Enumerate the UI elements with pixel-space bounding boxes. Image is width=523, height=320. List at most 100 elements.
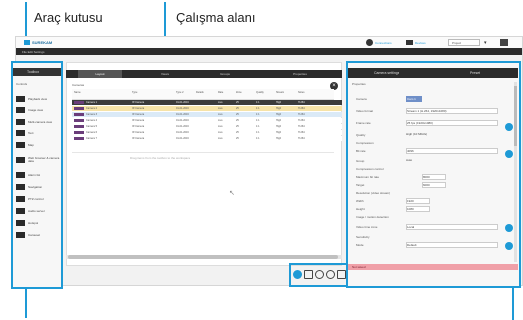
column-header[interactable]: Name	[74, 91, 81, 94]
chevron-down-icon[interactable]: ▾	[484, 40, 487, 46]
table-row[interactable]: Camera 2 IP-Camera 01-01-2016 Live 25 1:…	[72, 106, 342, 111]
table-row[interactable]: Camera 5 IP-Camera 01-01-2016 Live 25 1:…	[72, 124, 342, 129]
toolbox-item-carousel[interactable]: Carousel	[16, 230, 64, 239]
row-quality: High	[276, 119, 282, 122]
camera-badge[interactable]: Cam 1	[406, 96, 422, 102]
toolbox-title: Toolbox	[27, 70, 40, 74]
toolbox-item-navigation[interactable]: Navigation	[16, 182, 64, 191]
property-group: Group Auto	[352, 158, 514, 165]
column-header[interactable]: Type 2	[176, 91, 184, 94]
properties-header: Properties	[352, 82, 366, 86]
tab-properties[interactable]: Properties	[280, 70, 320, 78]
mode-select[interactable]: Default	[406, 242, 498, 248]
delete-button[interactable]	[337, 270, 346, 279]
row-type: IP-Camera	[132, 125, 145, 128]
property-camera: Camera Cam 1	[352, 96, 514, 103]
tab-camera-settings[interactable]: Camera settings	[374, 71, 399, 75]
help-icon[interactable]	[505, 242, 513, 250]
row-name: Camera 6	[86, 131, 97, 134]
row-details: Live	[218, 101, 223, 104]
save-button[interactable]	[304, 270, 313, 279]
title-bar-menu[interactable]: File Edit Settings	[22, 50, 45, 54]
column-header[interactable]: Notes	[298, 91, 305, 94]
table-row[interactable]: Camera 7 IP-Camera 01-01-2016 Live 25 1:…	[72, 136, 342, 141]
help-icon[interactable]	[505, 123, 513, 131]
row-quality: High	[276, 131, 282, 134]
toolbox-item-web-browser[interactable]: Web browser & camera data	[16, 154, 64, 166]
tab-layout[interactable]: Layout	[78, 70, 122, 78]
user-icon[interactable]	[500, 39, 508, 46]
row-stream: H.264	[298, 101, 305, 104]
image-icon	[16, 106, 25, 113]
property-bit-rate: Bit rate 4096	[352, 148, 514, 155]
undo-button[interactable]	[315, 270, 324, 279]
row-quality: High	[276, 125, 282, 128]
column-header[interactable]: Stream	[276, 91, 284, 94]
properties-scrollbar-thumb[interactable]	[514, 86, 517, 146]
max-bit-rate-value[interactable]: 8000	[422, 174, 446, 180]
column-header[interactable]: Quality	[256, 91, 264, 94]
camera-thumbnail	[74, 125, 84, 128]
toolbox-item-hotspot[interactable]: Hotspot	[16, 218, 64, 227]
frame-rate-select[interactable]: 25 fps (1920x1080)	[406, 120, 498, 126]
column-header[interactable]: Type	[132, 91, 137, 94]
row-details: Live	[218, 119, 223, 122]
toolbox-item-alarm-list[interactable]: Alarm list	[16, 170, 64, 179]
row-rate: 25	[236, 107, 239, 110]
height-value[interactable]: 1080	[406, 206, 430, 212]
property-compression: Compression	[356, 141, 374, 145]
status-bar	[348, 264, 518, 270]
settings-button[interactable]	[326, 270, 335, 279]
navigation-icon	[16, 183, 25, 190]
column-header[interactable]: Zone	[236, 91, 242, 94]
toolbox-item-playback-view[interactable]: Playback view	[16, 94, 64, 103]
row-zone: 1:1	[256, 131, 260, 134]
tab-preset[interactable]: Preset	[470, 71, 480, 75]
toolbox-item-map[interactable]: Map	[16, 140, 64, 149]
camera-thumbnail	[74, 137, 84, 140]
row-stream: H.264	[298, 107, 305, 110]
toolbox-item-image-view[interactable]: Image view	[16, 105, 64, 114]
table-row[interactable]: Camera 6 IP-Camera 01-01-2016 Live 25 1:…	[72, 130, 342, 135]
workspace-section-label: Cameras	[72, 83, 85, 87]
info-button[interactable]	[293, 270, 302, 279]
time-zone-slider[interactable]: Local	[406, 224, 498, 230]
audio-icon	[16, 207, 25, 214]
toolbox-item-audio-server[interactable]: Audio server	[16, 206, 64, 215]
row-rate: 25	[236, 119, 239, 122]
table-row[interactable]: Camera 1 IP-Camera 01-01-2016 Live 25 1:…	[72, 100, 342, 105]
connections-icon[interactable]	[366, 39, 373, 46]
property-height: Height 1080	[352, 206, 514, 213]
row-date: 01-01-2016	[176, 125, 189, 128]
devices-icon[interactable]	[406, 40, 413, 45]
row-zone: 1:1	[256, 107, 260, 110]
row-name: Camera 7	[86, 137, 97, 140]
property-video-time-zone: Video time zone Local	[352, 224, 514, 231]
connections-label[interactable]: Connections	[375, 41, 392, 45]
help-icon[interactable]	[505, 224, 513, 232]
tab-views[interactable]: Views	[150, 70, 180, 78]
devices-label[interactable]: Devices	[415, 41, 426, 45]
column-header[interactable]: Rate	[218, 91, 223, 94]
table-row[interactable]: Camera 3 IP-Camera 01-01-2016 Live 25 1:…	[72, 112, 342, 117]
horizontal-scrollbar-thumb[interactable]	[68, 255, 338, 259]
column-header[interactable]: Details	[196, 91, 204, 94]
row-name: Camera 1	[86, 101, 97, 104]
property-quality: Quality High (10 Mbit/s)	[352, 132, 514, 139]
table-row[interactable]: Camera 4 IP-Camera 01-01-2016 Live 25 1:…	[72, 118, 342, 123]
alarm-icon	[16, 171, 25, 178]
help-icon[interactable]	[505, 150, 513, 158]
tab-groups[interactable]: Groups	[210, 70, 240, 78]
title-bar	[16, 48, 522, 55]
toolbox-item-multi-camera-view[interactable]: Multi-camera view	[16, 117, 64, 126]
table-divider	[72, 152, 334, 153]
row-quality: High	[276, 113, 282, 116]
toolbox-item-ptz-control[interactable]: PTZ control	[16, 194, 64, 203]
map-icon	[16, 141, 25, 148]
bit-rate-slider[interactable]: 4096	[406, 148, 498, 154]
property-video-format: Video format Stream 1 (H.264, 1920x1080)	[352, 108, 514, 115]
video-format-select[interactable]: Stream 1 (H.264, 1920x1080)	[406, 108, 498, 114]
target-value[interactable]: 6000	[422, 182, 446, 188]
width-value[interactable]: 1920	[406, 198, 430, 204]
toolbox-item-text[interactable]: Text	[16, 128, 64, 137]
